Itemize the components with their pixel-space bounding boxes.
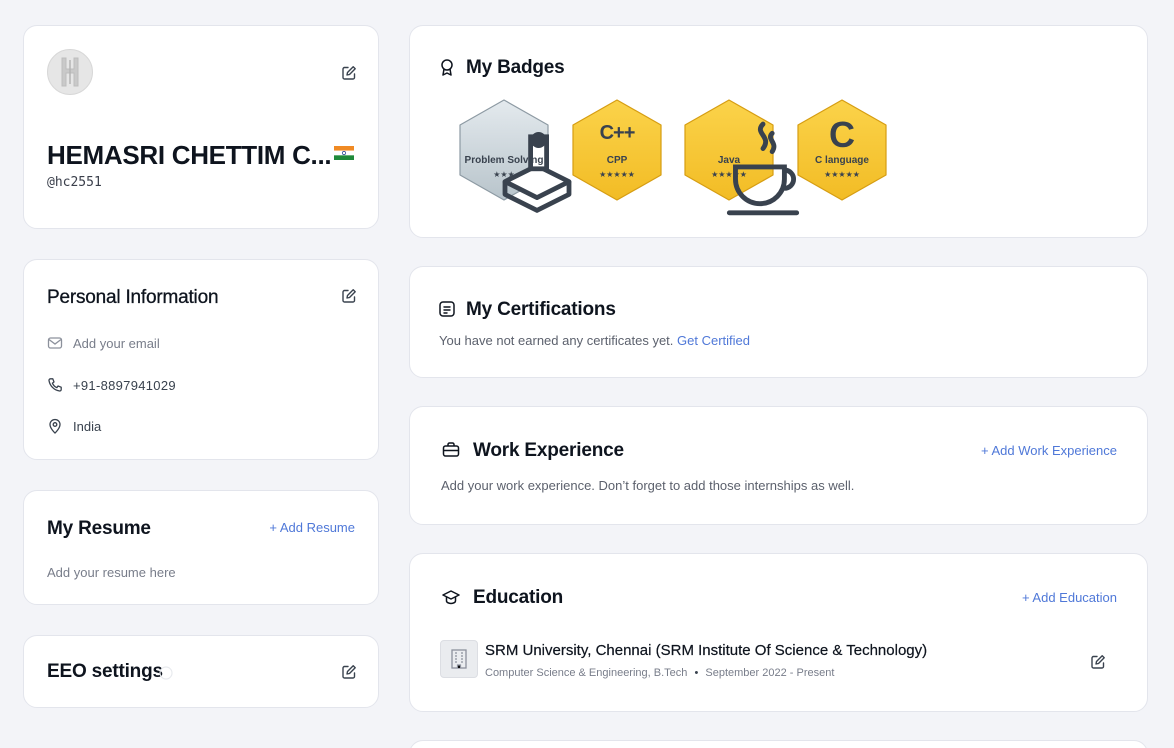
edit-icon: [342, 289, 356, 303]
info-icon[interactable]: [159, 666, 173, 680]
badge-stars: ★★★★★: [599, 170, 635, 179]
badge-ribbon-icon: [438, 58, 456, 76]
java-cup-icon: [715, 118, 800, 216]
resume-card: My Resume + Add Resume Add your resume h…: [23, 490, 379, 605]
badge-c-language[interactable]: C C language ★★★★★: [794, 98, 890, 202]
education-title: Education: [473, 587, 564, 608]
education-dates: September 2022 - Present: [705, 667, 835, 679]
briefcase-icon: [442, 441, 460, 459]
email-row[interactable]: Add your email: [47, 335, 160, 351]
problem-solving-icon: [489, 120, 572, 213]
resume-placeholder: Add your resume here: [47, 565, 176, 580]
cpp-icon: C++: [599, 122, 636, 144]
badge-label: Java: [717, 155, 741, 166]
graduation-cap-icon: [442, 588, 460, 606]
personal-info-card: Personal Information Add your email +91-…: [23, 259, 379, 460]
education-card: Education + Add Education SRM University…: [409, 553, 1148, 712]
badge-stars: ★★★★★: [824, 170, 860, 179]
university-building-icon: [440, 640, 478, 678]
edit-icon: [342, 665, 356, 679]
work-experience-title: Work Experience: [473, 440, 624, 461]
edit-icon: [342, 66, 356, 80]
badges-card: My Badges Problem Solving ★★★ C++ CPP ★★…: [409, 25, 1148, 238]
add-work-experience-button[interactable]: + Add Work Experience: [981, 443, 1117, 458]
profile-name: HEMASRI CHETTIM C...: [47, 140, 332, 170]
resume-title: My Resume: [47, 518, 151, 539]
badge-stars: ★★★★★: [711, 170, 747, 179]
location-text: India: [73, 418, 102, 434]
mail-icon: [47, 335, 63, 351]
certificate-icon: [438, 300, 456, 318]
edit-personal-info-button[interactable]: [341, 288, 357, 304]
badge-java[interactable]: Java ★★★★★: [681, 98, 800, 216]
degree-text: Computer Science & Engineering, B.Tech: [485, 667, 688, 679]
certifications-message: You have not earned any certificates yet…: [439, 333, 674, 348]
badge-stars: ★★★: [493, 170, 515, 179]
c-letter-icon: C: [829, 114, 855, 155]
certifications-title: My Certifications: [466, 299, 616, 320]
avatar-logo-icon: [61, 57, 79, 87]
separator-dot: •: [694, 667, 699, 679]
education-entry: SRM University, Chennai (SRM Institute O…: [440, 640, 1120, 684]
certifications-message-row: You have not earned any certificates yet…: [439, 333, 750, 348]
email-placeholder: Add your email: [73, 335, 160, 351]
india-flag-icon: [334, 146, 354, 160]
get-certified-link[interactable]: Get Certified: [677, 333, 750, 348]
work-experience-card: Work Experience + Add Work Experience Ad…: [409, 406, 1148, 525]
work-experience-message: Add your work experience. Don’t forget t…: [441, 478, 855, 493]
badge-cpp[interactable]: C++ CPP ★★★★★: [569, 98, 665, 202]
eeo-settings-title: EEO settings: [47, 661, 163, 682]
profile-card: HEMASRI CHETTIM C... @hc2551: [23, 25, 379, 229]
next-section-card: [409, 740, 1148, 748]
location-row: India: [47, 418, 101, 434]
edit-education-button[interactable]: [1090, 654, 1106, 670]
badge-problem-solving[interactable]: Problem Solving ★★★: [456, 98, 572, 213]
phone-icon: [47, 377, 63, 393]
education-details: Computer Science & Engineering, B.Tech •…: [485, 667, 834, 679]
location-pin-icon: [47, 418, 63, 434]
add-resume-button[interactable]: + Add Resume: [269, 520, 355, 535]
profile-handle: @hc2551: [47, 175, 102, 190]
personal-info-title: Personal Information: [47, 287, 219, 308]
avatar[interactable]: [47, 49, 93, 95]
badges-title: My Badges: [466, 57, 565, 78]
edit-icon: [1091, 655, 1105, 669]
edit-eeo-button[interactable]: [341, 664, 357, 680]
edit-profile-button[interactable]: [341, 65, 357, 81]
eeo-settings-card: EEO settings: [23, 635, 379, 708]
badge-label: CPP: [606, 155, 628, 166]
phone-number: +91-8897941029: [73, 377, 176, 393]
badge-label: C language: [815, 155, 869, 166]
badge-label: Problem Solving: [464, 155, 544, 166]
certifications-card: My Certifications You have not earned an…: [409, 266, 1148, 378]
add-education-button[interactable]: + Add Education: [1022, 590, 1117, 605]
school-name: SRM University, Chennai (SRM Institute O…: [485, 642, 928, 659]
phone-row: +91-8897941029: [47, 377, 176, 393]
